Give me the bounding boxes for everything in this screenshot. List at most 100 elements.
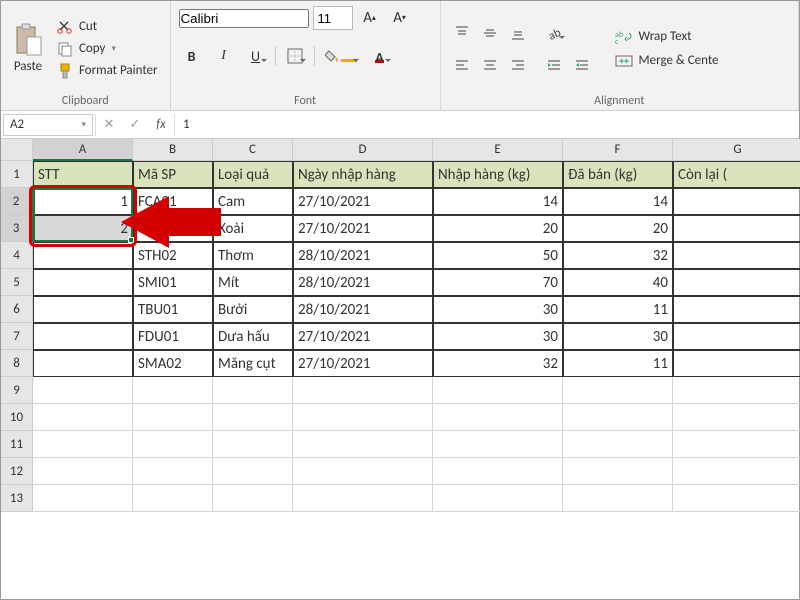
cell-C7[interactable]: Dưa hấu [213,323,293,350]
cell-E3[interactable]: 20 [433,215,563,242]
cell-F7[interactable]: 30 [563,323,673,350]
copy-button[interactable]: Copy ▾ [53,39,162,59]
wrap-text-button[interactable]: abc Wrap Text [611,27,723,47]
col-header-E[interactable]: E [433,139,563,161]
cell-B1[interactable]: Mã SP [133,161,213,188]
cell-E1[interactable]: Nhập hàng (kg) [433,161,563,188]
select-all-corner[interactable] [1,139,33,161]
cell-A4[interactable] [33,242,133,269]
enter-formula-button[interactable]: ✓ [122,117,148,132]
col-header-C[interactable]: C [213,139,293,161]
row-header-2[interactable]: 2 [1,188,33,215]
cell-E2[interactable]: 14 [433,188,563,215]
paste-button[interactable]: Paste [9,19,47,78]
formula-input[interactable]: 1 [175,117,799,132]
cell-A9[interactable] [33,377,133,404]
row-header-6[interactable]: 6 [1,296,33,323]
cell-D6[interactable]: 28/10/2021 [293,296,433,323]
row-header-1[interactable]: 1 [1,161,33,188]
merge-center-button[interactable]: Merge & Cente [611,51,723,71]
cell-B5[interactable]: SMI01 [133,269,213,296]
cell-A2[interactable]: 1 [33,188,133,215]
cell-A1[interactable]: STT [33,161,133,188]
increase-indent-button[interactable] [569,52,595,78]
cell-A11[interactable] [33,431,133,458]
row-header-8[interactable]: 8 [1,350,33,377]
cell-G6[interactable] [673,296,800,323]
bold-button[interactable]: B [179,43,205,69]
cell-G4[interactable] [673,242,800,269]
row-header-13[interactable]: 13 [1,485,33,512]
row-header-9[interactable]: 9 [1,377,33,404]
row-header-4[interactable]: 4 [1,242,33,269]
cell-E6[interactable]: 30 [433,296,563,323]
cell-C8[interactable]: Măng cụt [213,350,293,377]
cell-G7[interactable] [673,323,800,350]
fx-button[interactable]: fx [148,117,174,132]
decrease-indent-button[interactable] [541,52,567,78]
cut-button[interactable]: Cut [53,17,162,37]
cell-E8[interactable]: 32 [433,350,563,377]
cell-G2[interactable] [673,188,800,215]
cell-B4[interactable]: STH02 [133,242,213,269]
row-header-3[interactable]: 3 [1,215,33,242]
cell-C6[interactable]: Bưởi [213,296,293,323]
cell-C4[interactable]: Thơm [213,242,293,269]
cell-A12[interactable] [33,458,133,485]
col-header-G[interactable]: G [673,139,800,161]
col-header-B[interactable]: B [133,139,213,161]
align-middle-button[interactable] [477,20,503,46]
col-header-D[interactable]: D [293,139,433,161]
cell-B7[interactable]: FDU01 [133,323,213,350]
cancel-formula-button[interactable]: ✕ [96,117,122,132]
row-header-5[interactable]: 5 [1,269,33,296]
name-box[interactable]: A2 [3,114,93,136]
row-header-12[interactable]: 12 [1,458,33,485]
align-top-button[interactable] [449,20,475,46]
cell-A7[interactable] [33,323,133,350]
increase-font-button[interactable]: A▴ [357,5,383,31]
cell-G1[interactable]: Còn lại ( [673,161,800,188]
cell-B6[interactable]: TBU01 [133,296,213,323]
font-size-select[interactable] [313,6,353,30]
row-header-7[interactable]: 7 [1,323,33,350]
cell-D4[interactable]: 28/10/2021 [293,242,433,269]
cell-F5[interactable]: 40 [563,269,673,296]
cell-C1[interactable]: Loại quả [213,161,293,188]
cell-F6[interactable]: 11 [563,296,673,323]
italic-button[interactable]: I [211,43,237,69]
border-button[interactable] [282,43,308,69]
underline-button[interactable]: U [243,43,269,69]
cell-B8[interactable]: SMA02 [133,350,213,377]
col-header-F[interactable]: F [563,139,673,161]
cell-C3[interactable]: Xoài [213,215,293,242]
cell-F4[interactable]: 32 [563,242,673,269]
cell-D8[interactable]: 27/10/2021 [293,350,433,377]
row-header-11[interactable]: 11 [1,431,33,458]
cell-A13[interactable] [33,485,133,512]
align-bottom-button[interactable] [505,20,531,46]
cell-G5[interactable] [673,269,800,296]
font-color-button[interactable]: A [367,43,393,69]
font-name-select[interactable] [179,9,309,28]
cell-E4[interactable]: 50 [433,242,563,269]
cell-F8[interactable]: 11 [563,350,673,377]
cell-G8[interactable] [673,350,800,377]
cell-A5[interactable] [33,269,133,296]
cell-B2[interactable]: FCA01 [133,188,213,215]
cell-F1[interactable]: Đã bán (kg) [563,161,673,188]
cell-D2[interactable]: 27/10/2021 [293,188,433,215]
decrease-font-button[interactable]: A▾ [387,5,413,31]
cell-A3[interactable]: 2 [33,215,133,242]
cell-A8[interactable] [33,350,133,377]
cell-D5[interactable]: 28/10/2021 [293,269,433,296]
cell-C5[interactable]: Mít [213,269,293,296]
cell-E7[interactable]: 30 [433,323,563,350]
cells-area[interactable]: STT Mã SP Loại quả Ngày nhập hàng Nhập h… [33,161,800,512]
align-left-button[interactable] [449,52,475,78]
cell-B3[interactable]: TX [133,215,213,242]
format-painter-button[interactable]: Format Painter [53,61,162,81]
fill-color-button[interactable] [321,43,361,69]
cell-D3[interactable]: 27/10/2021 [293,215,433,242]
cell-A6[interactable] [33,296,133,323]
